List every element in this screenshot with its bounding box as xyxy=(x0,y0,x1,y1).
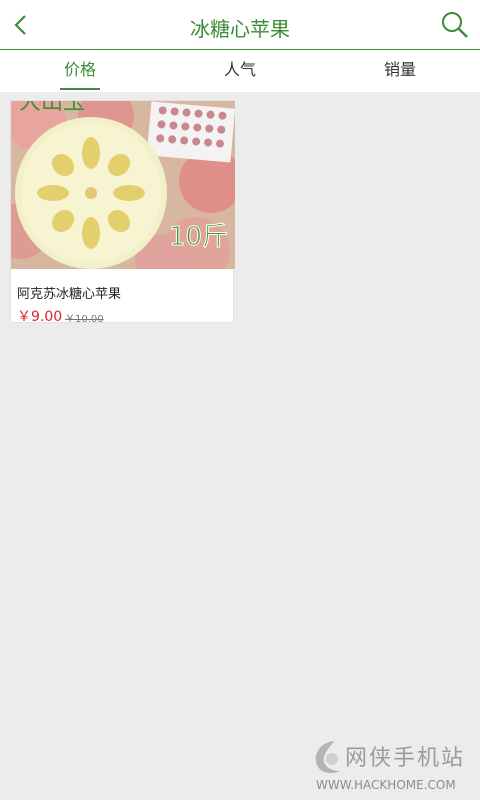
watermark-name: 网侠手机站 xyxy=(345,746,466,771)
page-title: 冰糖心苹果 xyxy=(190,17,290,41)
product-price: ￥9.00 xyxy=(17,309,63,325)
search-icon[interactable] xyxy=(440,10,470,40)
tab-popularity[interactable]: 人气 xyxy=(160,50,320,92)
tab-price-label: 价格 xyxy=(63,60,96,79)
image-brand-text: 大山玉 xyxy=(19,101,85,115)
image-weight-text: 10斤 xyxy=(169,222,228,252)
watermark: 网侠手机站 WWW.HACKHOME.COM xyxy=(310,735,480,800)
watermark-url: WWW.HACKHOME.COM xyxy=(316,778,456,792)
top-bar: 冰糖心苹果 xyxy=(0,0,480,50)
sort-tabs: 价格 人气 销量 xyxy=(0,50,480,92)
tab-sales-label: 销量 xyxy=(383,60,416,79)
watermark-logo-icon xyxy=(315,741,340,774)
product-original-price: ￥10.00 xyxy=(65,314,104,325)
product-image[interactable]: 大山玉 10斤 xyxy=(11,101,235,269)
tab-popularity-label: 人气 xyxy=(223,60,256,79)
tab-active-indicator xyxy=(60,88,100,90)
tab-price[interactable]: 价格 xyxy=(0,50,160,92)
product-name[interactable]: 阿克苏冰糖心苹果 xyxy=(17,283,121,302)
tab-sales[interactable]: 销量 xyxy=(320,50,480,92)
product-card[interactable]: 大山玉 10斤 阿克苏冰糖心苹果 ￥9.00 ￥10.00 xyxy=(10,100,235,325)
